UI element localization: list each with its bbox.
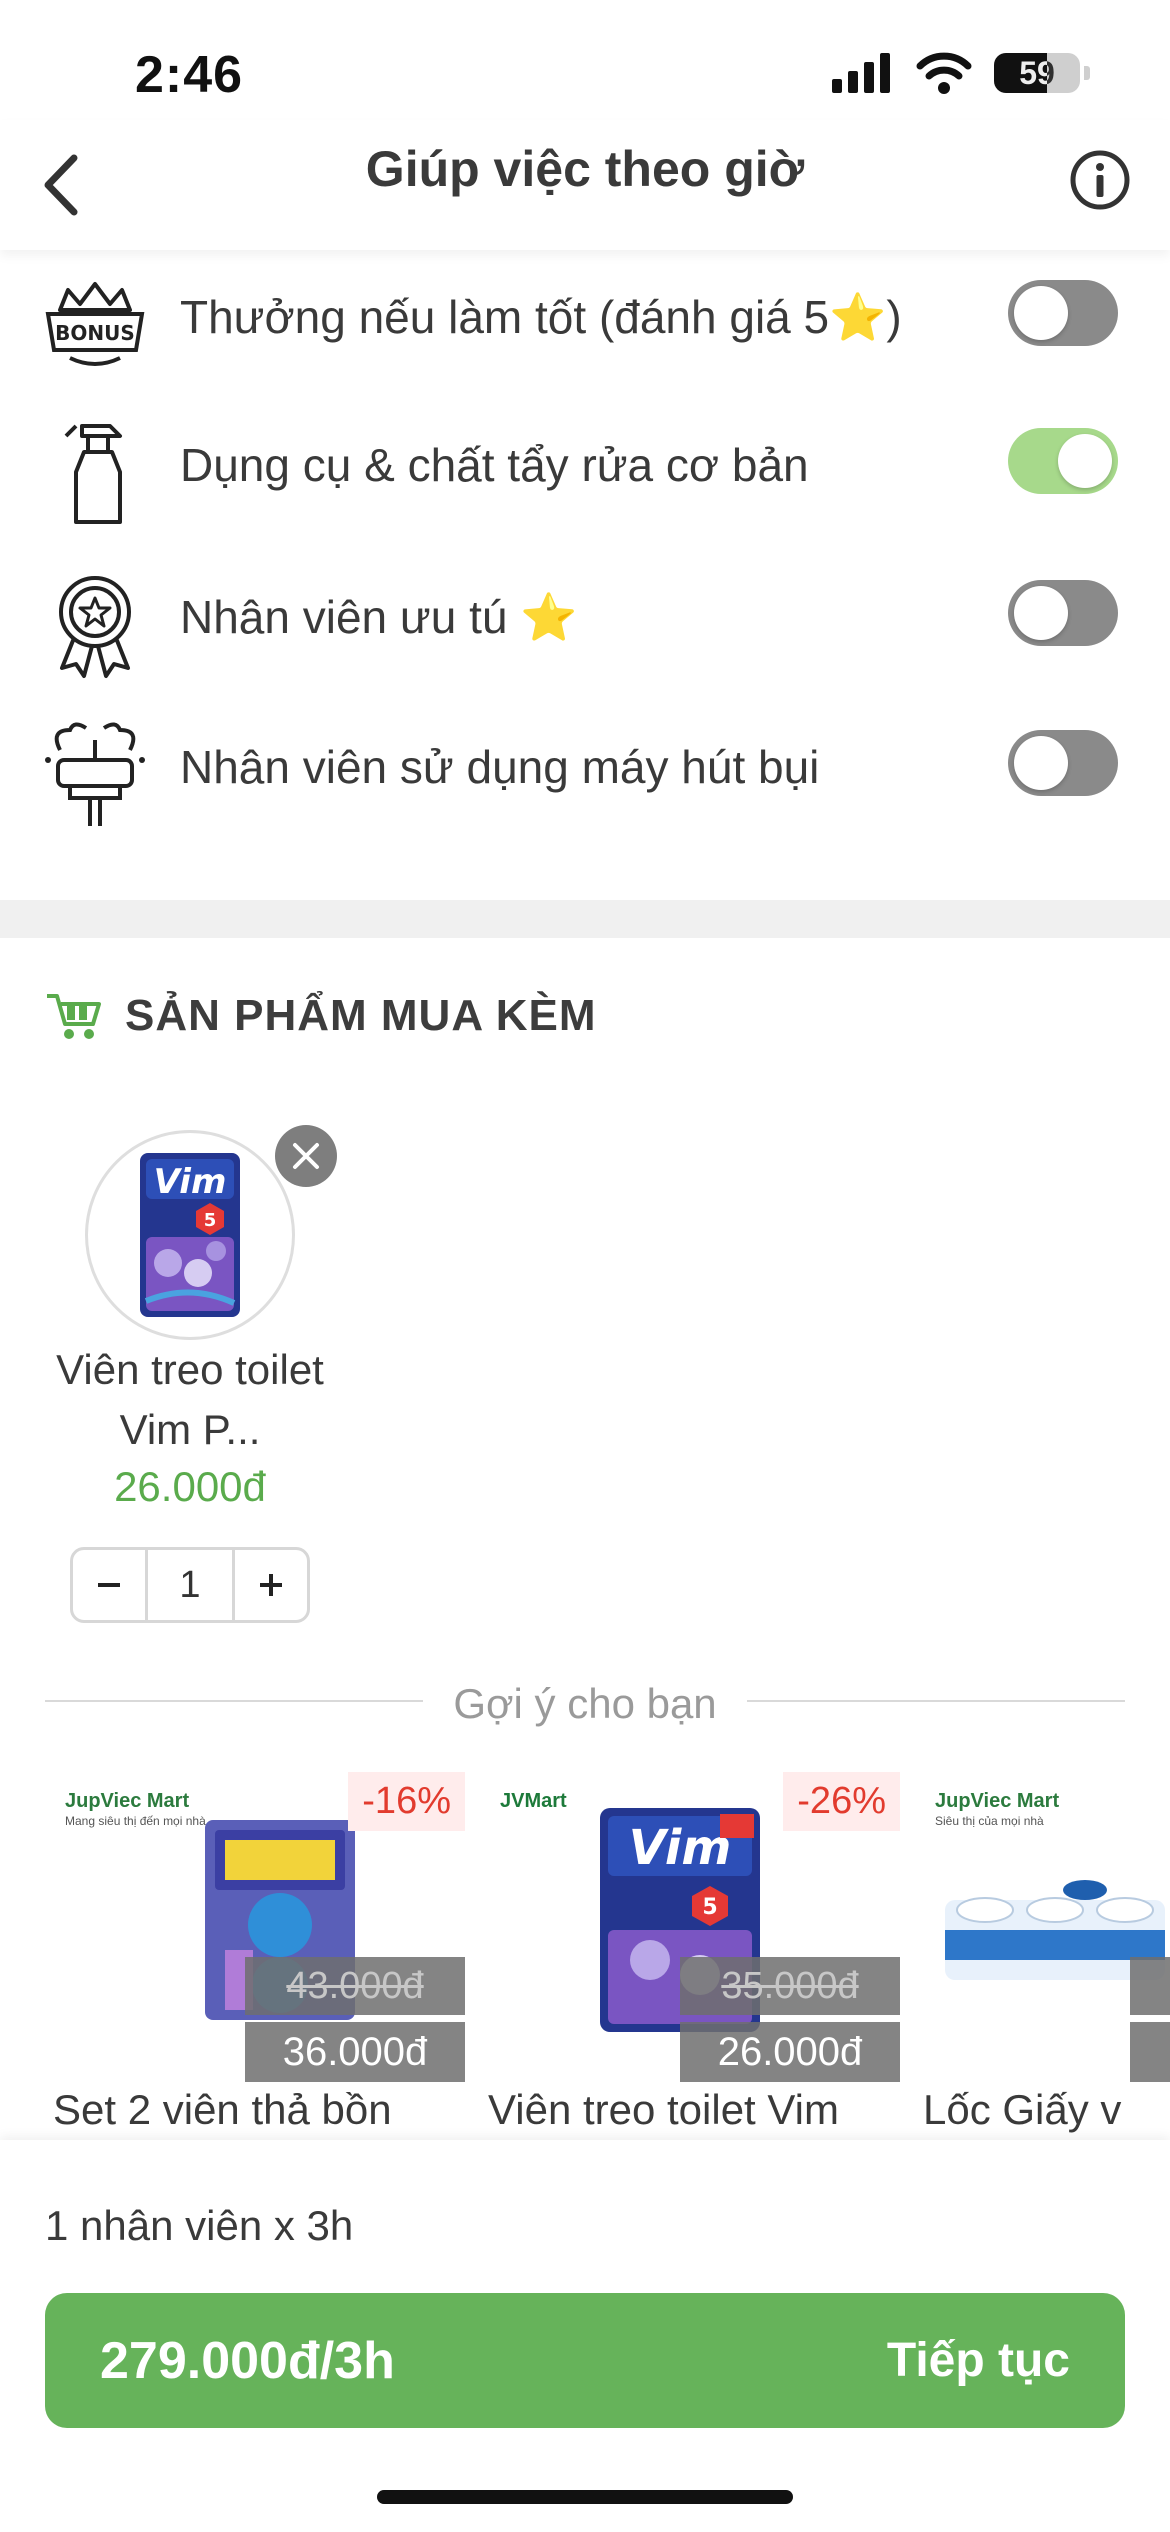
suggestions-divider: Gợi ý cho bạn [45,1680,1125,1727]
continue-label: Tiếp tục [886,2334,1070,2387]
suggested-products[interactable]: JupViec Mart Mang siêu thị đến mọi nhà -… [45,1760,1170,2140]
svg-text:Vim: Vim [154,1162,227,1202]
svg-text:5: 5 [204,1210,217,1231]
service-options: BONUS Thưởng nếu làm tốt (đánh giá 5⭐) D… [0,250,1170,900]
bonus-toggle[interactable] [1008,280,1118,346]
booking-summary: 1 nhân viên x 3h [45,2202,354,2249]
minus-icon [98,1583,120,1587]
wifi-icon [916,52,972,94]
top-staff-toggle[interactable] [1008,580,1118,646]
suggestions-label: Gợi ý cho bạn [453,1680,717,1727]
total-price: 279.000đ/3h [100,2331,395,2390]
brand-tagline: Siêu thị của mọi nhà [935,1814,1044,1828]
section-title: SẢN PHẨM MUA KÈM [125,991,597,1040]
brand-logo: JVMart [500,1790,567,1812]
new-price-overlay [1130,2022,1170,2082]
option-label: Thưởng nếu làm tốt (đánh giá 5⭐) [180,291,902,343]
option-label: Nhân viên sử dụng máy hút bụi [180,741,820,793]
vacuum-toggle[interactable] [1008,730,1118,796]
status-time: 2:46 [135,46,244,104]
decrease-button[interactable] [73,1550,145,1620]
info-icon [1070,150,1130,210]
cellular-signal-icon [832,53,890,93]
option-row[interactable]: Nhân viên sử dụng máy hút bụi [0,700,1170,840]
battery-level: 59 [1019,55,1055,91]
product-name: Viên treo toilet Vim [488,2086,839,2133]
old-price: 43.000đ [245,1957,465,2015]
status-icons: 59 [832,52,1090,94]
remove-item-button[interactable] [275,1125,337,1187]
product-image[interactable]: Vim 5 [85,1130,295,1340]
discount-badge: -26% [783,1772,900,1831]
product-name: Lốc Giấy v [923,2086,1122,2133]
product-card[interactable]: JupViec Mart Siêu thị của mọi nhà Lốc Gi… [915,1760,1170,2140]
product-name: Set 2 viên thả bồn [53,2086,392,2133]
spray-bottle-icon [40,418,150,528]
old-price-overlay [1130,1957,1170,2015]
battery-icon: 59 [994,53,1080,93]
product-image: JVMart Vim 5 -26% 35.000đ 26.000đ [480,1760,900,2090]
option-label: Dụng cụ & chất tẩy rửa cơ bản [180,439,809,491]
product-image: JupViec Mart Mang siêu thị đến mọi nhà -… [45,1760,465,2090]
option-row[interactable]: Dụng cụ & chất tẩy rửa cơ bản [0,398,1170,538]
shopping-cart-icon [47,994,101,1039]
discount-badge: -16% [348,1772,465,1831]
svg-text:Vim: Vim [629,1820,732,1876]
increase-button[interactable] [235,1550,307,1620]
product-card[interactable]: JupViec Mart Mang siêu thị đến mọi nhà -… [45,1760,465,2140]
cart-item-price: 26.000đ [114,1463,266,1510]
bonus-icon: BONUS [40,270,150,380]
product-card[interactable]: JVMart Vim 5 -26% 35.000đ 26.000đ Viên t… [480,1760,900,2140]
svg-text:5: 5 [702,1895,717,1920]
old-price: 35.000đ [680,1957,900,2015]
home-indicator [377,2490,793,2504]
option-row[interactable]: BONUS Thưởng nếu làm tốt (đánh giá 5⭐) [0,250,1170,390]
continue-button[interactable]: 279.000đ/3h Tiếp tục [45,2293,1125,2428]
quantity-stepper: 1 [70,1547,310,1623]
close-icon [293,1143,319,1169]
medal-icon [40,570,150,680]
option-row[interactable]: Nhân viên ưu tú ⭐ [0,550,1170,690]
divider-line [747,1700,1125,1702]
plus-icon [260,1574,282,1596]
vacuum-cleaner-icon [40,720,150,830]
quantity-value[interactable]: 1 [145,1550,235,1620]
product-image: JupViec Mart Siêu thị của mọi nhà [915,1760,1170,2090]
info-button[interactable] [1060,140,1140,220]
page-title: Giúp việc theo giờ [365,141,805,197]
cart-item-name: Viên treo toilet Vim P... [56,1346,324,1453]
brand-logo: JupViec Mart [65,1790,190,1812]
brand-logo: JupViec Mart [935,1790,1060,1812]
section-divider [0,900,1170,938]
svg-text:BONUS: BONUS [55,321,135,345]
bottom-bar: 1 nhân viên x 3h 279.000đ/3h Tiếp tục [0,2140,1170,2532]
new-price: 26.000đ [680,2022,900,2082]
app-header: Giúp việc theo giờ [0,120,1170,250]
cleaning-tools-toggle[interactable] [1008,428,1118,494]
option-label: Nhân viên ưu tú ⭐ [180,591,578,643]
bought-with-header: SẢN PHẨM MUA KÈM [45,990,596,1042]
new-price: 36.000đ [245,2022,465,2082]
